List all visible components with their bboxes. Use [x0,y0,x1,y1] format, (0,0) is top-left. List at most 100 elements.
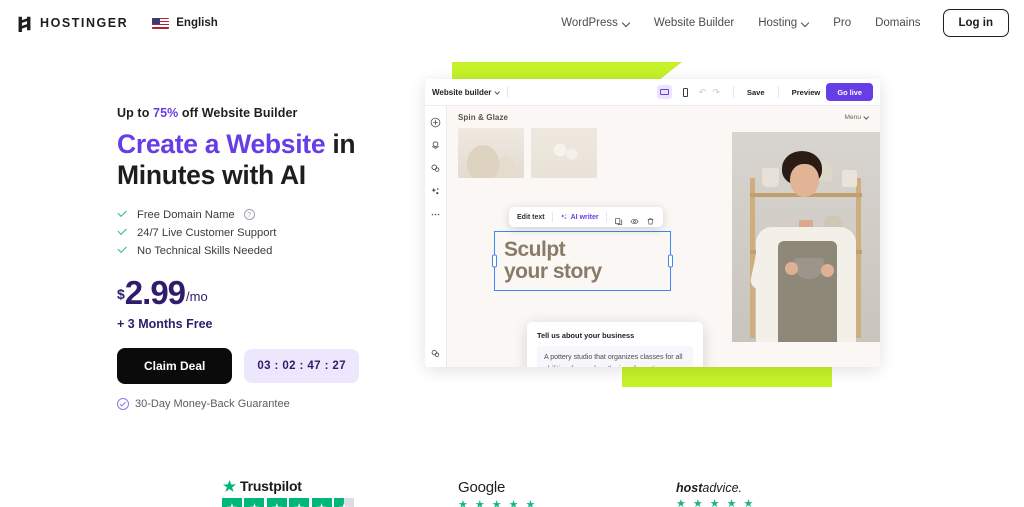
rating-bar: ★ [244,498,265,507]
nav-item-wordpress[interactable]: WordPress [549,11,642,35]
nav-label: Pro [833,17,852,29]
login-button[interactable]: Log in [942,9,1009,37]
price-currency: $ [117,285,125,302]
chevron-down-icon [864,115,869,120]
nav-label: Domains [875,17,921,29]
dried-flowers-thumbnail[interactable] [531,128,597,178]
trustpilot-rating: ★ ★ ★ ★ ★ ★ [222,498,354,507]
google-rating: ★ ★ ★ ★ ★ [458,500,535,507]
resize-handle-left[interactable] [492,254,497,268]
nav-item-domains[interactable]: Domains [863,11,932,35]
nav-item-hosting[interactable]: Hosting [746,11,821,35]
nav-item-pro[interactable]: Pro [821,11,863,35]
trash-icon[interactable] [646,213,655,224]
chevron-down-icon [495,90,500,95]
feature-item: 24/7 Live Customer Support [117,227,417,239]
chevron-down-icon [802,20,809,27]
builder-toolbar-actions: ↶ ↷ Save Preview Go live [656,83,873,101]
promo-eyebrow: Up to 75% off Website Builder [117,106,417,120]
layers-icon[interactable] [430,138,441,149]
canvas-hero-text-element[interactable]: Sculpt your story [492,231,673,291]
edit-text-button[interactable]: Edit text [517,214,545,221]
business-description-input[interactable]: A pottery studio that organizes classes … [537,346,693,367]
help-icon[interactable]: ? [243,209,255,221]
settings-icon[interactable] [430,346,441,357]
price-block: $ 2.99 /mo [117,273,417,311]
star-icon: ★ [743,498,754,507]
feature-label: Free Domain Name [137,208,235,221]
eyebrow-post: off Website Builder [178,106,298,120]
hero-content: Up to 75% off Website Builder Create a W… [117,106,417,410]
trust-badge-google[interactable]: Google ★ ★ ★ ★ ★ [458,479,535,507]
ai-sparkle-icon [560,214,566,219]
redo-icon[interactable]: ↷ [712,87,720,98]
guarantee-row: 30-Day Money-Back Guarantee [117,397,417,410]
palette-icon[interactable] [430,161,441,172]
rating-bar: ★ [289,498,310,507]
ai-writer-label: AI writer [570,213,599,221]
potter-holding-bowl-photo [732,132,880,342]
element-edit-toolbar: Edit text AI writer [509,207,663,227]
canvas-site-header: Spin & Glaze Menu [447,106,880,122]
guarantee-check-icon [117,397,129,410]
page-title: Create a Website in Minutes with AI [117,129,417,192]
duplicate-icon[interactable] [614,213,623,225]
star-icon: ★ [525,499,536,507]
trust-badge-hostadvice[interactable]: hostadvice. ★ ★ ★ ★ ★ [676,481,753,507]
star-icon: ★ [709,498,720,507]
resize-handle-right[interactable] [668,254,673,268]
star-icon: ★ [474,499,485,507]
rating-bar: ★ [311,498,332,507]
feature-item: Free Domain Name ? [117,209,417,221]
hero-text-line-1: Sculpt [504,237,566,261]
site-brand-name: Spin & Glaze [458,113,509,122]
ai-writer-button[interactable]: AI writer [560,213,599,221]
trust-badge-trustpilot[interactable]: Trustpilot ★ ★ ★ ★ ★ ★ [222,478,354,507]
star-icon: ★ [458,499,468,507]
hostinger-logo[interactable]: HOSTINGER [16,15,128,32]
star-icon: ★ [692,498,703,507]
project-label: Website builder [432,87,492,97]
main-nav: WordPress Website Builder Hosting Pro Do… [549,9,1009,37]
divider [551,212,553,222]
site-header: HOSTINGER English WordPress Website Buil… [0,0,1024,46]
add-element-icon[interactable] [430,115,441,128]
pottery-vases-thumbnail[interactable] [458,128,524,178]
feature-item: No Technical Skills Needed [117,245,417,257]
claim-deal-button[interactable]: Claim Deal [117,347,233,384]
trustpilot-star-icon [222,479,237,492]
site-menu-label: Menu [844,114,862,121]
more-options-icon[interactable] [430,207,441,218]
hostinger-h-icon [16,15,33,32]
google-label: Google [458,479,506,496]
go-live-button[interactable]: Go live [826,83,873,101]
hostadvice-label: hostadvice. [676,481,753,495]
ai-sparkle-icon[interactable] [430,184,441,195]
mobile-view-button[interactable] [678,85,693,99]
language-selector[interactable]: English [152,17,218,29]
hero-text-line-2: your story [504,260,602,283]
builder-sidebar [425,106,447,367]
nav-item-website-builder[interactable]: Website Builder [642,11,746,35]
brand-name: HOSTINGER [40,16,129,30]
save-button[interactable]: Save [747,88,765,97]
preview-button[interactable]: Preview [792,88,821,97]
feature-label: 24/7 Live Customer Support [137,226,277,239]
builder-toolbar: Website builder ↶ ↷ Save Preview Go live [425,79,880,106]
star-icon: ★ [676,498,686,507]
desktop-view-button[interactable] [656,85,672,99]
builder-window: Website builder ↶ ↷ Save Preview Go live… [425,79,880,367]
site-menu-button[interactable]: Menu [845,114,870,121]
undo-icon[interactable]: ↶ [699,87,707,98]
builder-canvas: Spin & Glaze Menu Edit text AI writer Sc… [447,106,880,367]
price-period: /mo [186,288,208,304]
us-flag-icon [152,17,170,29]
cta-row: Claim Deal 03 : 02 : 47 : 27 [117,347,417,384]
rating-bar: ★ [266,498,287,507]
builder-body: Spin & Glaze Menu Edit text AI writer Sc… [425,106,880,367]
countdown-timer: 03 : 02 : 47 : 27 [244,348,359,383]
price-amount: 2.99 [124,273,186,311]
divider [507,86,509,98]
project-selector[interactable]: Website builder [432,88,500,97]
eye-icon[interactable] [630,213,639,224]
